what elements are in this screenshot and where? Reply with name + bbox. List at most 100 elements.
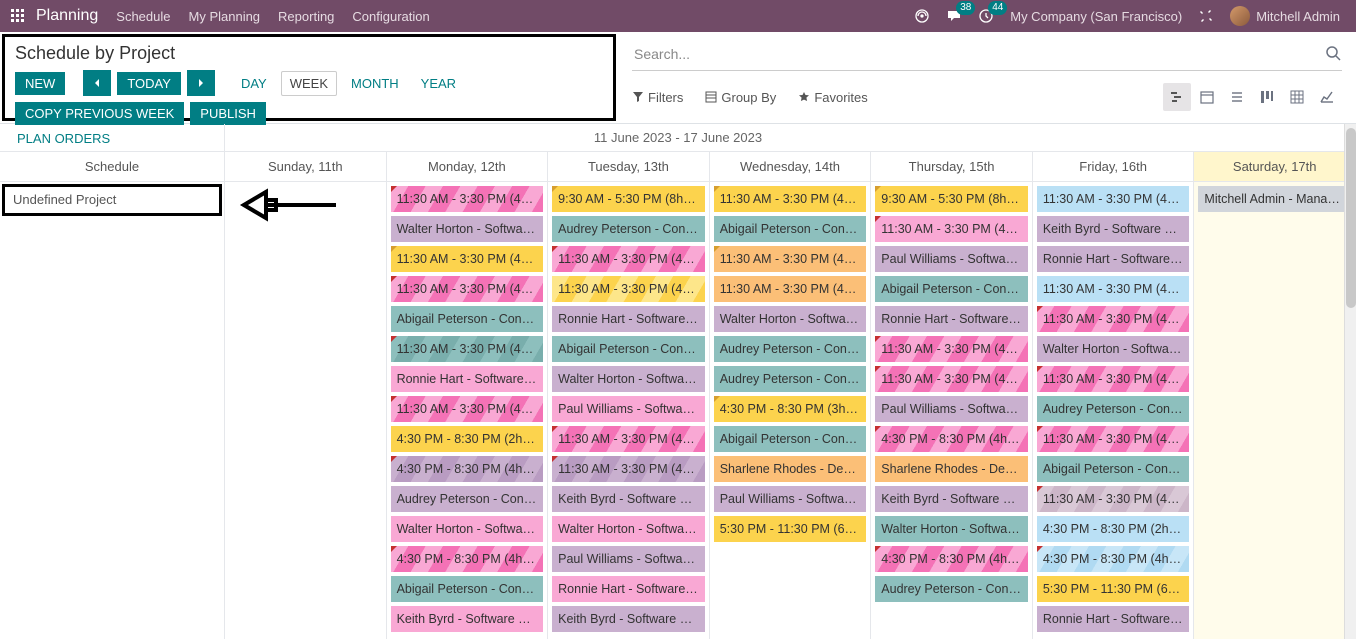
shift-event[interactable]: 11:30 AM - 3:30 PM (4h) - ... (552, 426, 705, 452)
shift-event[interactable]: Ronnie Hart - Software Seni... (552, 306, 705, 332)
shift-event[interactable]: 11:30 AM - 3:30 PM (4h) - ... (875, 216, 1028, 242)
shift-event[interactable]: Abigail Peterson - Consultant (875, 276, 1028, 302)
scale-day[interactable]: DAY (233, 72, 275, 95)
shift-event[interactable]: Walter Horton - Software J... (552, 366, 705, 392)
shift-event[interactable]: 11:30 AM - 3:30 PM (4h) - ... (552, 276, 705, 302)
shift-event[interactable]: Ronnie Hart - Software Seni... (1037, 246, 1190, 272)
shift-event[interactable]: Walter Horton - Software J... (391, 216, 544, 242)
shift-event[interactable]: 4:30 PM - 8:30 PM (4h) - Eli... (875, 546, 1028, 572)
shift-event[interactable]: Ronnie Hart - Software Seni... (1037, 606, 1190, 632)
shift-event[interactable]: 11:30 AM - 3:30 PM (4h) - L... (714, 246, 867, 272)
shift-event[interactable]: Sharlene Rhodes - Developer (714, 456, 867, 482)
company-switcher[interactable]: My Company (San Francisco) (1010, 9, 1182, 24)
activities-icon[interactable]: 44 (978, 8, 994, 24)
shift-event[interactable]: Paul Williams - Software Ju... (552, 546, 705, 572)
next-button[interactable] (187, 70, 215, 96)
messaging-icon[interactable]: 38 (946, 8, 962, 24)
shift-event[interactable]: Keith Byrd - Software Seni... (1037, 216, 1190, 242)
view-calendar-icon[interactable] (1193, 83, 1221, 111)
shift-event[interactable]: 4:30 PM - 8:30 PM (4h) - Je... (875, 426, 1028, 452)
shift-event[interactable]: 11:30 AM - 3:30 PM (4h) - ... (552, 246, 705, 272)
shift-event[interactable]: Audrey Peterson - Consulta... (714, 336, 867, 362)
shift-event[interactable]: 5:30 PM - 11:30 PM (6h) - C... (1037, 576, 1190, 602)
shift-event[interactable]: Mitchell Admin - Managem... (1198, 186, 1351, 212)
shift-event[interactable]: Abigail Peterson - Consultant (714, 426, 867, 452)
shift-event[interactable]: Paul Williams - Software Ju... (875, 246, 1028, 272)
apps-icon[interactable] (8, 6, 28, 26)
shift-event[interactable]: Ronnie Hart - Software Seni... (875, 306, 1028, 332)
favorites-button[interactable]: Favorites (798, 90, 867, 105)
user-menu[interactable]: Mitchell Admin (1230, 6, 1340, 26)
shift-event[interactable]: 4:30 PM - 8:30 PM (3h36) - ... (714, 396, 867, 422)
shift-event[interactable]: Abigail Peterson - Consultant (391, 576, 544, 602)
copy-previous-week-button[interactable]: COPY PREVIOUS WEEK (15, 102, 184, 125)
shift-event[interactable]: Audrey Peterson - Consulta... (714, 366, 867, 392)
prev-button[interactable] (83, 70, 111, 96)
shift-event[interactable]: 4:30 PM - 8:30 PM (2h) - C... (391, 426, 544, 452)
shift-event[interactable]: Keith Byrd - Software Seni... (552, 486, 705, 512)
shift-event[interactable]: 4:30 PM - 8:30 PM (4h) - To... (391, 456, 544, 482)
shift-event[interactable]: Keith Byrd - Software Seni... (391, 606, 544, 632)
shift-event[interactable]: 11:30 AM - 3:30 PM (4h) - J... (1037, 426, 1190, 452)
shift-event[interactable]: Walter Horton - Software J... (391, 516, 544, 542)
shift-event[interactable]: 4:30 PM - 8:30 PM (4h) - Be... (391, 546, 544, 572)
search-input[interactable] (632, 42, 1324, 66)
shift-event[interactable]: Ronnie Hart - Software Seni... (391, 366, 544, 392)
view-pivot-icon[interactable] (1283, 83, 1311, 111)
vertical-scrollbar[interactable] (1344, 124, 1356, 639)
shift-event[interactable]: Paul Williams - Software Ju... (714, 486, 867, 512)
project-row-label[interactable]: Undefined Project (2, 184, 222, 216)
view-gantt-icon[interactable] (1163, 83, 1191, 111)
shift-event[interactable]: Audrey Peterson - Consulta... (552, 216, 705, 242)
shift-event[interactable]: Ronnie Hart - Software Seni... (552, 576, 705, 602)
shift-event[interactable]: 4:30 PM - 8:30 PM (2h) - To... (1037, 516, 1190, 542)
shift-event[interactable]: Audrey Peterson - Consulta... (391, 486, 544, 512)
shift-event[interactable]: 11:30 AM - 3:30 PM (4h) - ... (552, 456, 705, 482)
shift-event[interactable]: 11:30 AM - 3:30 PM (4h) - ... (1037, 486, 1190, 512)
shift-event[interactable]: Abigail Peterson - Consultant (552, 336, 705, 362)
shift-event[interactable]: Paul Williams - Software Ju... (552, 396, 705, 422)
shift-event[interactable]: 11:30 AM - 3:30 PM (4h) - ... (714, 276, 867, 302)
shift-event[interactable]: Audrey Peterson - Consulta... (1037, 396, 1190, 422)
shift-event[interactable]: 5:30 PM - 11:30 PM (6h) - C... (714, 516, 867, 542)
dial-icon[interactable] (914, 8, 930, 24)
shift-event[interactable]: 11:30 AM - 3:30 PM (4h) - L... (1037, 276, 1190, 302)
shift-event[interactable]: 11:30 AM - 3:30 PM (4h) - ... (391, 276, 544, 302)
shift-event[interactable]: 11:30 AM - 3:30 PM (4h) - J... (391, 186, 544, 212)
groupby-button[interactable]: Group By (705, 90, 776, 105)
shift-event[interactable]: Keith Byrd - Software Seni... (875, 486, 1028, 512)
filters-button[interactable]: Filters (632, 90, 683, 105)
shift-event[interactable]: 11:30 AM - 3:30 PM (4h) - ... (1037, 366, 1190, 392)
nav-schedule[interactable]: Schedule (116, 9, 170, 24)
publish-button[interactable]: PUBLISH (190, 102, 266, 125)
shift-event[interactable]: Audrey Peterson - Consulta... (875, 576, 1028, 602)
shift-event[interactable]: Walter Horton - Software Ju... (875, 516, 1028, 542)
settings-icon[interactable] (1198, 8, 1214, 24)
shift-event[interactable]: 11:30 AM - 3:30 PM (4h) - E... (1037, 306, 1190, 332)
view-kanban-icon[interactable] (1253, 83, 1281, 111)
shift-event[interactable]: 11:30 AM - 3:30 PM (4h) - E... (391, 336, 544, 362)
shift-event[interactable]: Keith Byrd - Software Seni... (552, 606, 705, 632)
shift-event[interactable]: Walter Horton - Software J... (1037, 336, 1190, 362)
shift-event[interactable]: Paul Williams - Software Ju... (875, 396, 1028, 422)
scale-month[interactable]: MONTH (343, 72, 407, 95)
app-name[interactable]: Planning (36, 7, 98, 25)
shift-event[interactable]: 11:30 AM - 3:30 PM (4h) - P... (391, 396, 544, 422)
search-icon[interactable] (1324, 44, 1342, 65)
shift-event[interactable]: Abigail Peterson - Consultant (714, 216, 867, 242)
shift-event[interactable]: Walter Horton - Software J... (552, 516, 705, 542)
nav-reporting[interactable]: Reporting (278, 9, 334, 24)
new-button[interactable]: NEW (15, 72, 65, 95)
view-graph-icon[interactable] (1313, 83, 1341, 111)
shift-event[interactable]: 11:30 AM - 3:30 PM (4h) - ... (714, 186, 867, 212)
shift-event[interactable]: 4:30 PM - 8:30 PM (4h) - To... (1037, 546, 1190, 572)
shift-event[interactable]: 11:30 AM - 3:30 PM (4h) - ... (875, 336, 1028, 362)
shift-event[interactable]: 11:30 AM - 3:30 PM (4h) - E... (1037, 186, 1190, 212)
nav-configuration[interactable]: Configuration (352, 9, 429, 24)
shift-event[interactable]: 11:30 AM - 3:30 PM (4h) - ... (875, 366, 1028, 392)
view-list-icon[interactable] (1223, 83, 1251, 111)
shift-event[interactable]: Abigail Peterson - Consultant (1037, 456, 1190, 482)
shift-event[interactable]: Walter Horton - Software J... (714, 306, 867, 332)
shift-event[interactable]: Abigail Peterson - Consultant (391, 306, 544, 332)
shift-event[interactable]: 11:30 AM - 3:30 PM (4h) - ... (391, 246, 544, 272)
